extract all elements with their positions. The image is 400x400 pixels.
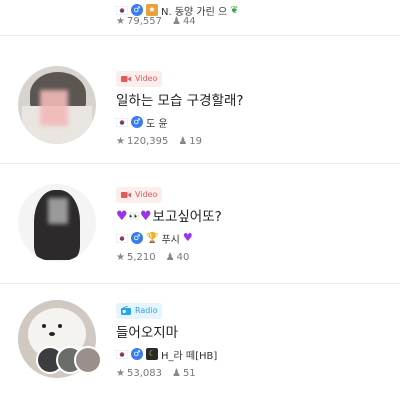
person-icon: ♟ [165,251,175,263]
purple-heart-icon: ♥ [182,231,193,244]
dj-name: 푸시 [161,234,180,246]
gender-icon: ♂ [131,116,143,128]
badge-label: Video [135,74,158,83]
list-item[interactable]: Radio 들어오지마 ♂ ☾ H_라 떼[HB] ★ 53,083 ♟ 51 [0,284,400,400]
person-icon: ♟ [178,135,188,147]
list-item[interactable]: Video ♥ 👀 ♥ 보고싶어또? ♂ 🏆 푸시 ♥ ★ 5,210 ♟ 40 [0,164,400,284]
purple-heart-icon: ♥ [139,209,152,224]
gender-icon: ♂ [131,232,143,244]
view-count: 5,210 [126,251,156,263]
member-count: 51 [182,367,196,379]
leaf-icon: ❦ [230,4,239,16]
stats: ★ 120,395 ♟ 19 [116,135,392,147]
member-count: 19 [189,135,203,147]
radio-icon [121,306,131,315]
moon-icon: ☾ [146,348,158,360]
broadcast-title: ♥ 👀 ♥ 보고싶어또? [116,209,222,225]
dj-name: H_라 떼[HB] [161,350,218,362]
video-camera-icon [121,76,131,82]
purple-heart-icon: ♥ [116,209,128,224]
dj-info: ♂ 도 윤 [116,115,392,130]
korea-flag-icon [116,117,128,127]
stats: ★ 79,557 ♟ 44 [116,15,392,27]
dj-info: ♂ 🏆 푸시 ♥ [116,231,392,246]
member-count: 40 [176,251,190,263]
eyes-icon: 👀 [128,212,140,222]
guest-avatar [74,346,102,374]
star-icon: ★ [116,251,125,263]
video-badge: Video [116,71,163,87]
badge-label: Video [135,190,158,199]
broadcast-title: 들어오지마 [116,325,179,341]
korea-flag-icon [116,5,128,15]
trophy-icon: 🏆 [146,232,159,244]
video-camera-icon [121,192,131,198]
view-count: 79,557 [126,15,162,27]
person-icon: ♟ [171,367,181,379]
korea-flag-icon [116,233,128,243]
radio-badge: Radio [116,302,163,319]
star-icon: ★ [116,367,125,379]
gender-icon: ♂ [131,348,143,360]
stats: ★ 53,083 ♟ 51 [116,367,392,379]
stats: ★ 5,210 ♟ 40 [116,251,392,263]
avatar [18,184,96,262]
broadcast-title: 일하는 모습 구경할래? [116,93,244,109]
star-icon: ★ [116,15,125,27]
avatar [18,66,96,144]
dj-info: ♂ ☾ H_라 떼[HB] [116,347,392,362]
korea-flag-icon [116,349,128,359]
list-item[interactable]: Video 일하는 모습 구경할래? ♂ 도 윤 ★ 120,395 ♟ 19 [0,36,400,164]
view-count: 53,083 [126,367,162,379]
dj-name: 도 윤 [146,118,168,130]
member-count: 44 [182,15,196,27]
star-icon: ★ [116,135,125,147]
video-badge: Video [116,187,163,203]
badge-label: Radio [135,305,158,315]
list-item[interactable]: ♂ ★ N. 동양 가린 으 ❦ ★ 79,557 ♟ 44 [0,0,400,36]
person-icon: ♟ [171,15,181,27]
view-count: 120,395 [126,135,169,147]
